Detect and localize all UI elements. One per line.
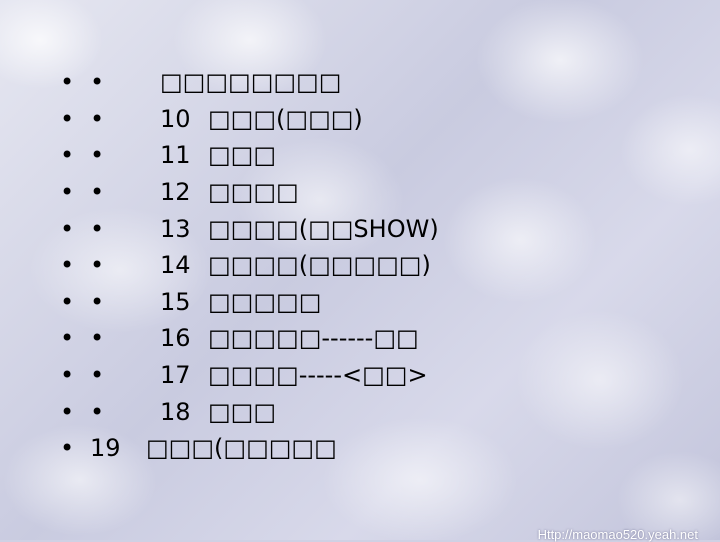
- bullet: •: [60, 251, 75, 280]
- item-text: □□□□□: [208, 287, 322, 316]
- item-number: 14: [160, 251, 191, 280]
- sub-bullet: •: [90, 287, 105, 316]
- item-number: 17: [160, 361, 191, 390]
- item-text: □□□□: [208, 178, 299, 207]
- list-item: • • 14 □□□□(□□□□□): [60, 247, 439, 284]
- sub-bullet: •: [90, 214, 105, 243]
- item-text: □□□: [208, 397, 277, 426]
- item-text: □□□□□□□□: [160, 68, 342, 97]
- list-item: • • 10 □□□(□□□): [60, 101, 439, 138]
- item-number: 11: [160, 141, 191, 170]
- item-text: □□□□(□□SHOW): [208, 214, 439, 243]
- list-item: • 19 □□□(□□□□□: [60, 430, 439, 467]
- list-item: • • □□□□□□□□: [60, 64, 439, 101]
- bullet-list: • • □□□□□□□□ • • 10 □□□(□□□) • • 11 □□□ …: [60, 64, 439, 467]
- bullet: •: [60, 324, 75, 353]
- item-number: 12: [160, 178, 191, 207]
- item-number: 19: [90, 434, 121, 463]
- sub-bullet: •: [90, 324, 105, 353]
- item-text: □□□□□------□□: [208, 324, 419, 353]
- list-item: • • 18 □□□: [60, 393, 439, 430]
- sub-bullet: •: [90, 104, 105, 133]
- item-text: □□□(□□□□□: [146, 434, 337, 463]
- list-item: • • 15 □□□□□: [60, 284, 439, 321]
- bullet: •: [60, 214, 75, 243]
- sub-bullet: •: [90, 397, 105, 426]
- bullet: •: [60, 141, 75, 170]
- list-item: • • 13 □□□□(□□SHOW): [60, 210, 439, 247]
- item-number: 18: [160, 397, 191, 426]
- sub-bullet: •: [90, 361, 105, 390]
- item-text: □□□: [208, 141, 277, 170]
- sub-bullet: •: [90, 141, 105, 170]
- bullet: •: [60, 361, 75, 390]
- item-text: □□□□-----<□□>: [208, 361, 428, 390]
- bullet: •: [60, 397, 75, 426]
- list-item: • • 12 □□□□: [60, 174, 439, 211]
- item-number: 16: [160, 324, 191, 353]
- bullet: •: [60, 287, 75, 316]
- item-number: 13: [160, 214, 191, 243]
- sub-bullet: •: [90, 68, 105, 97]
- sub-bullet: •: [90, 251, 105, 280]
- bullet: •: [60, 68, 75, 97]
- bullet: •: [60, 178, 75, 207]
- bullet: •: [60, 434, 75, 463]
- sub-bullet: •: [90, 178, 105, 207]
- bullet: •: [60, 104, 75, 133]
- item-number: 10: [160, 104, 191, 133]
- list-item: • • 11 □□□: [60, 137, 439, 174]
- item-text: □□□□(□□□□□): [208, 251, 431, 280]
- item-number: 15: [160, 287, 191, 316]
- list-item: • • 17 □□□□-----<□□>: [60, 357, 439, 394]
- list-item: • • 16 □□□□□------□□: [60, 320, 439, 357]
- item-text: □□□(□□□): [208, 104, 363, 133]
